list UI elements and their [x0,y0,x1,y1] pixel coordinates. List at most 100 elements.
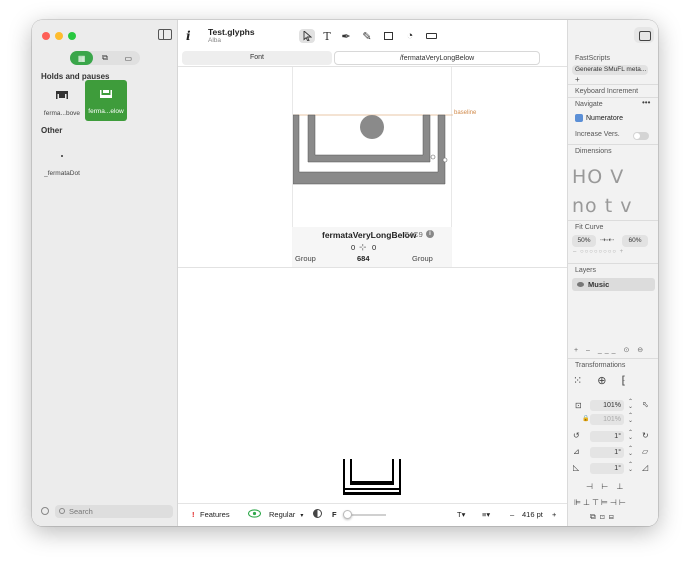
skew-right-icon[interactable]: ▱ [642,447,648,456]
scale-y-stepper[interactable]: ⌃ ⌄ [628,413,634,424]
slider-handle[interactable] [343,510,352,519]
tab-font[interactable]: Font [182,51,332,65]
font-preview-toggle[interactable]: F [332,510,337,519]
divider [568,263,658,264]
font-size-field[interactable]: 416 pt [522,510,543,519]
left-kerning-group[interactable]: Group [295,254,316,263]
rotate-ccw-icon[interactable]: ↺ [573,431,580,440]
rotate-field[interactable]: 1° [590,431,624,442]
glyph-search-input[interactable]: Search [55,505,173,518]
bottom-bar: ! Features Regular ▾ F T▾ ≡▾ – 416 pt + [178,503,567,526]
tab-glyph-edit[interactable]: /fermataVeryLongBelow [334,51,540,65]
right-sidebearing[interactable]: 0 [372,243,376,252]
pencil-tool-icon[interactable]: ✎ [359,29,375,43]
right-kerning-group[interactable]: Group [412,254,433,263]
minimize-window-button[interactable] [55,32,63,40]
features-button[interactable]: Features [200,510,230,519]
text-direction-icon[interactable]: T▾ [457,510,465,519]
increase-version-label: Increase Vers. [575,131,620,138]
dimensions-row-upper[interactable]: HO V [572,166,624,188]
glyph-name[interactable]: fermataVeryLongBelow [322,230,416,240]
grid-view-icon[interactable]: ▦ [70,51,94,65]
skew-field-2[interactable]: 1° [590,463,624,474]
add-script-icon[interactable]: + [575,75,580,84]
divider [568,84,658,85]
measure-tool-icon[interactable]: ◔ [402,29,418,43]
palette-panel: FastScripts Generate SMuFL meta... + Key… [567,20,658,526]
view-mode-segmented-control: ▦ ⧉ ▭ [70,51,140,65]
zoom-window-button[interactable] [68,32,76,40]
edit-canvas[interactable]: baseline fermataVeryLongBelow E4C9 i 0 ⊹… [178,67,567,499]
warning-icon: ! [192,510,195,519]
search-placeholder: Search [69,507,93,516]
list-view-icon[interactable]: ⧉ [93,51,116,65]
scale-y-field[interactable]: 101% [590,414,624,425]
text-tool-icon[interactable]: T [319,29,335,43]
skew-stepper-2[interactable]: ⌃ ⌄ [628,462,634,473]
chevron-down-icon: ▾ [300,513,304,519]
glyph-cell-fermata-below[interactable]: ferma...elow [85,80,127,121]
section-title-other: Other [41,126,63,135]
canvas-divider [178,267,567,268]
font-sidebar: ▦ ⧉ ▭ Holds and pauses ferma...bove ferm… [32,20,178,526]
settings-gear-icon[interactable] [41,507,49,515]
layer-name: Music [588,280,610,289]
flip-icons[interactable]: ⊣ ⊢ ⊥ [586,482,626,491]
glyph-cell-fermata-above[interactable]: ferma...bove [41,82,83,123]
skew-stepper-1[interactable]: ⌃ ⌄ [628,446,634,457]
scale-up-icon[interactable]: ⬁ [642,400,649,409]
script-app-icon [575,114,583,122]
master-select[interactable]: Regular ▾ [269,510,303,519]
fastscripts-select[interactable]: Generate SMuFL meta... [572,65,648,75]
fastscripts-header: FastScripts [575,55,611,62]
scale-x-field[interactable]: 101% [590,400,624,411]
divider [568,358,658,359]
text-view-icon[interactable]: ▭ [117,51,140,65]
keyboard-increment-header[interactable]: Keyboard Increment [575,88,638,95]
glyph-cell-fermata-dot[interactable]: _fermataDot [41,142,83,183]
left-sidebearing[interactable]: 0 [351,243,355,252]
glyph-cell-label: ferma...elow [88,108,124,115]
rotate-stepper[interactable]: ⌃ ⌄ [628,430,634,441]
fit-curve-left[interactable]: 50% [572,235,596,247]
sidebearing-link-icon[interactable]: ⊹ [359,242,367,253]
glyph-preview [343,459,401,495]
transform-origin-icons[interactable]: ⁙ ⊕ ⁅ [573,374,632,387]
more-icon[interactable]: ••• [642,98,650,107]
pen-tool-icon[interactable]: ✒ [338,29,354,43]
layer-actions-bar[interactable]: + – ___ ⊙ ⊖ [574,346,646,354]
select-tool-icon[interactable] [299,29,315,43]
numeratore-item[interactable]: Numeratore [586,115,623,122]
preview-slider[interactable] [343,510,386,519]
increase-version-toggle[interactable] [633,132,649,140]
glyph-width[interactable]: 684 [357,254,370,263]
alignment-icon[interactable]: ≡▾ [482,510,490,519]
zoom-in-button[interactable]: + [552,510,556,519]
slant-left-icon[interactable]: ◺ [573,463,579,472]
sidebar-toggle-icon[interactable] [158,29,172,40]
layer-eye-icon[interactable] [577,282,584,287]
skew-field-1[interactable]: 1° [590,447,624,458]
rotate-cw-icon[interactable]: ↻ [642,431,649,440]
ruler-tool-icon[interactable] [423,29,439,43]
fit-curve-presets[interactable]: – ○○○○○○○○ + [573,249,624,255]
preview-mode-icon[interactable] [313,509,322,518]
dimensions-row-lower[interactable]: no t v [572,195,632,217]
info-icon[interactable]: i [186,29,191,43]
eye-icon[interactable] [247,509,262,520]
fit-curve-right[interactable]: 60% [622,235,648,247]
glyph-cell-label: _fermataDot [44,170,80,177]
rectangle-tool-icon[interactable] [380,29,396,43]
glyph-unicode[interactable]: E4C9 [404,230,423,239]
slant-right-icon[interactable]: ◿ [642,463,648,472]
boolean-ops-icons[interactable]: ⧉⊡⊟ [590,512,618,522]
close-window-button[interactable] [42,32,50,40]
skew-left-icon[interactable]: ⊿ [573,447,580,456]
glyph-info-icon[interactable]: i [426,230,434,238]
panel-toggle-icon[interactable] [634,27,654,43]
lock-icon[interactable]: 🔒 [582,415,589,422]
zoom-out-button[interactable]: – [510,510,514,519]
align-icons[interactable]: ⊫⊥⊤⊨⊣⊢ [574,498,628,507]
layer-item-music[interactable]: Music [572,278,655,291]
scale-x-stepper[interactable]: ⌃ ⌄ [628,399,634,410]
